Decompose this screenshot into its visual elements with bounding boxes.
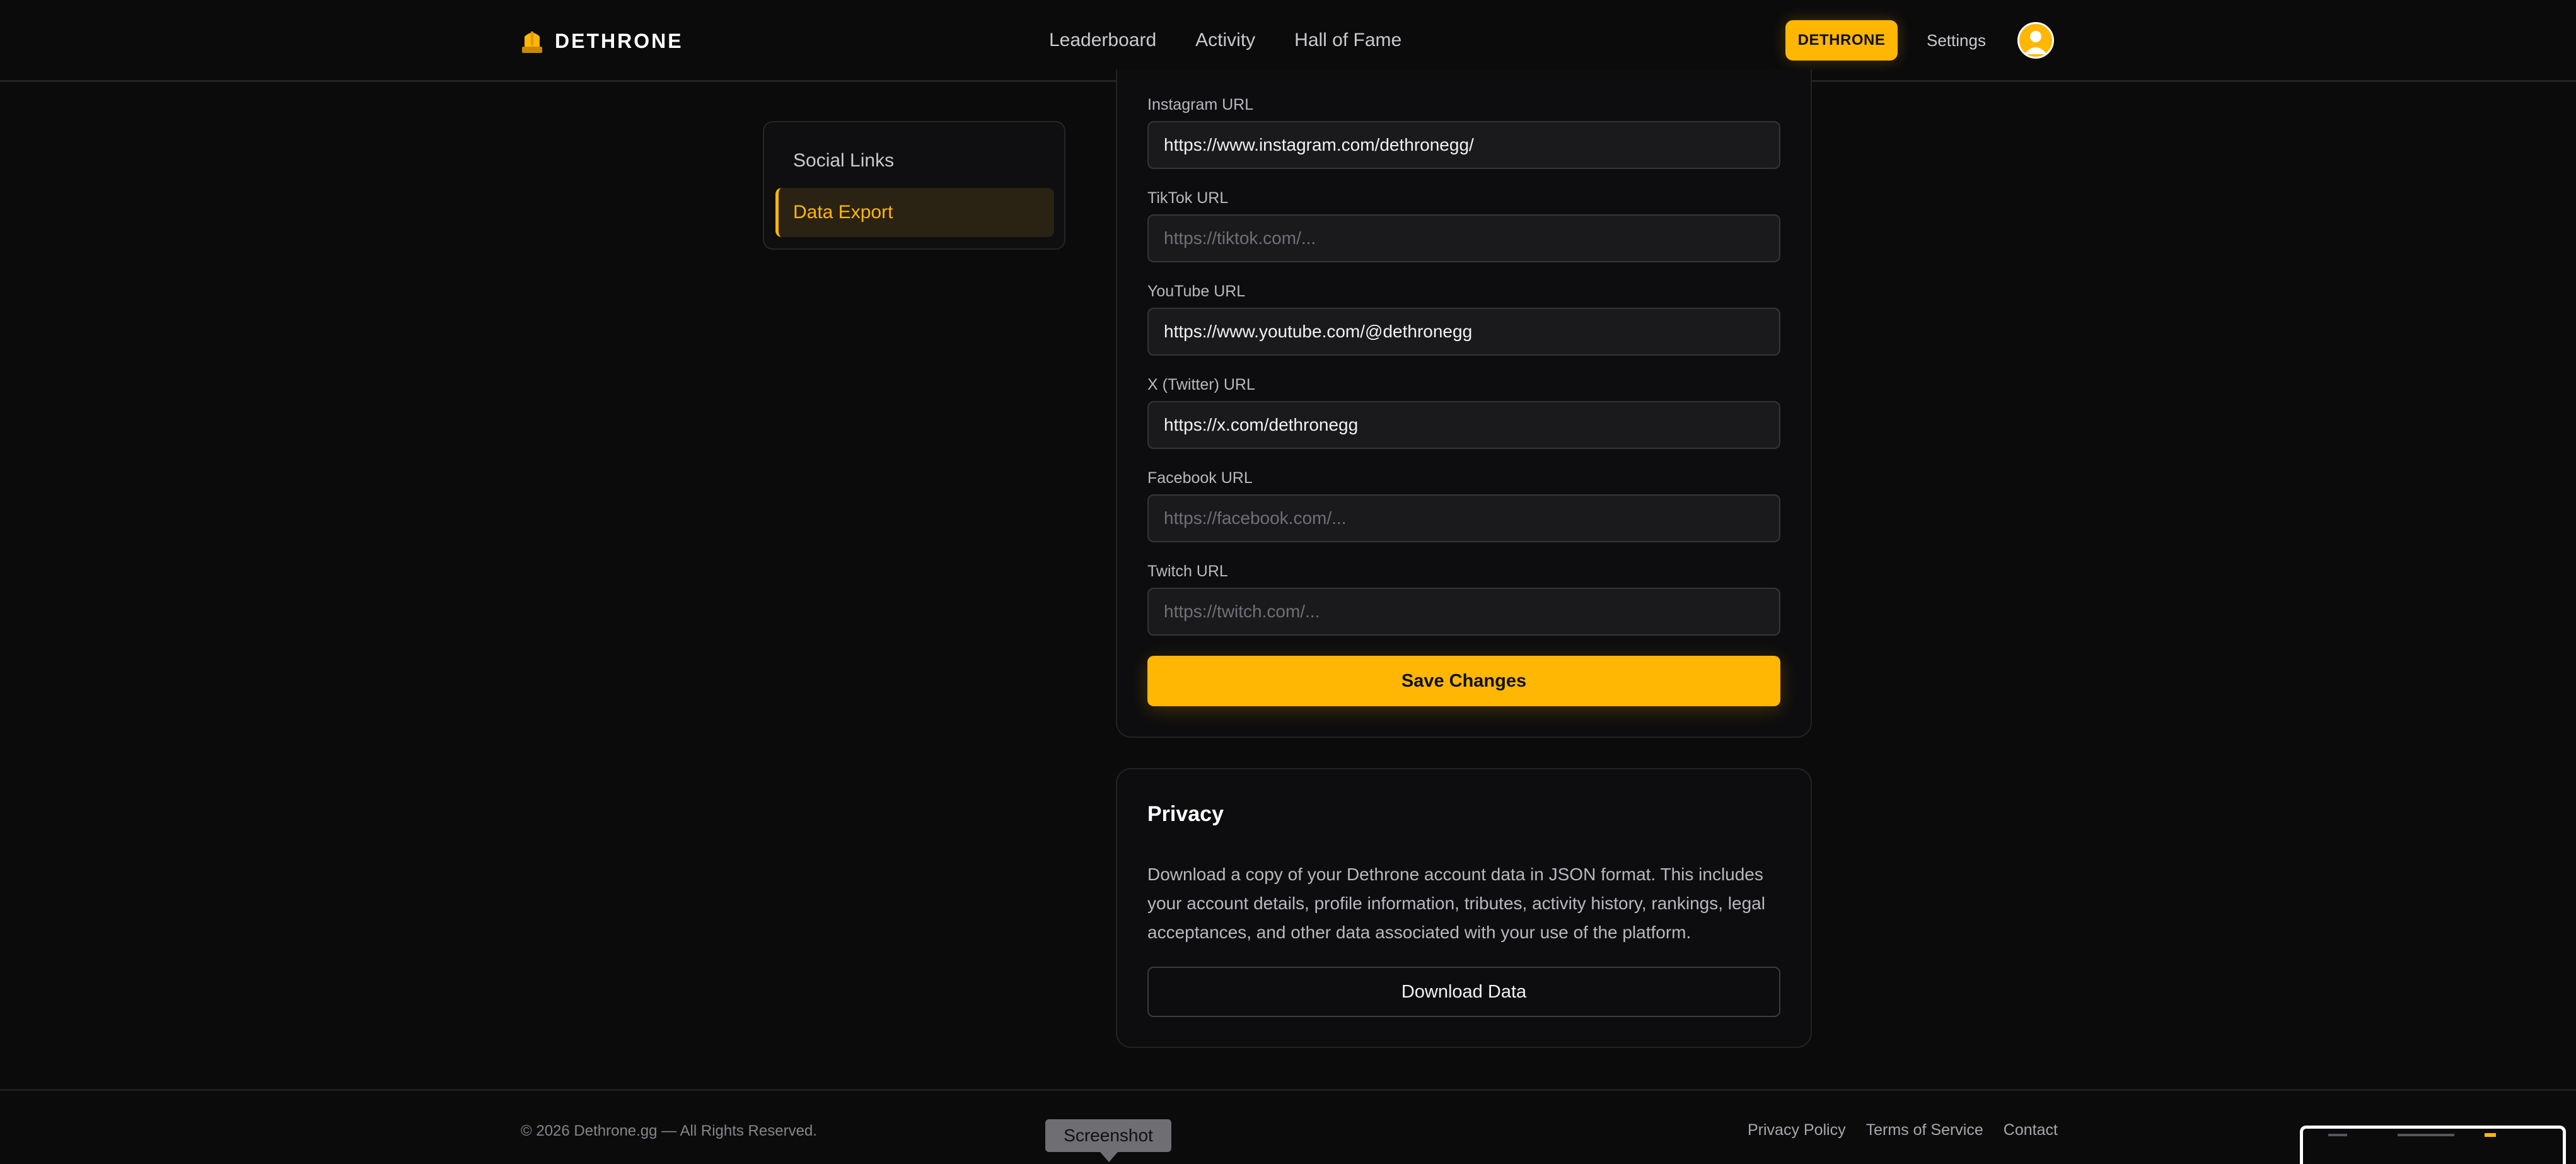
sidebar-item-data-export[interactable]: Data Export <box>775 188 1054 237</box>
tiktok-label: TikTok URL <box>1147 189 1229 207</box>
tiktok-url-input[interactable]: https://tiktok.com/... <box>1147 214 1780 262</box>
crown-logo-icon <box>522 32 542 53</box>
dethrone-button[interactable]: DETHRONE <box>1785 20 1898 61</box>
settings-sidebar: Social Links Data Export <box>763 121 1065 250</box>
privacy-description: Download a copy of your Dethrone account… <box>1147 864 1765 942</box>
twitter-url-input[interactable]: https://x.com/dethronegg <box>1147 401 1780 449</box>
footer-link-terms[interactable]: Terms of Service <box>1866 1121 1983 1139</box>
save-changes-button[interactable]: Save Changes <box>1147 656 1780 706</box>
privacy-title: Privacy <box>1147 802 1224 826</box>
download-data-button[interactable]: Download Data <box>1147 967 1780 1017</box>
nav-activity[interactable]: Activity <box>1195 28 1255 53</box>
youtube-url-input[interactable]: https://www.youtube.com/@dethronegg <box>1147 308 1780 356</box>
user-avatar-icon <box>2024 31 2047 54</box>
tooltip-arrow <box>1100 1152 1118 1162</box>
footer-links: Privacy Policy Terms of Service Contact <box>1748 1121 2078 1139</box>
facebook-url-input[interactable]: https://facebook.com/... <box>1147 494 1780 542</box>
avatar[interactable] <box>2017 22 2054 59</box>
twitter-label: X (Twitter) URL <box>1147 376 1255 393</box>
instagram-url-input[interactable]: https://www.instagram.com/dethronegg/ <box>1147 121 1780 169</box>
screenshot-tooltip: Screenshot <box>1045 1119 1171 1152</box>
twitch-url-input[interactable]: https://twitch.com/... <box>1147 588 1780 636</box>
footer-divider <box>0 1089 2576 1091</box>
youtube-label: YouTube URL <box>1147 282 1246 300</box>
site-logo[interactable]: DETHRONE <box>521 25 683 57</box>
nav-leaderboard[interactable]: Leaderboard <box>1049 28 1156 53</box>
settings-link[interactable]: Settings <box>1927 28 1986 53</box>
facebook-label: Facebook URL <box>1147 469 1253 487</box>
logo-text: DETHRONE <box>555 29 683 52</box>
thumb-logo <box>2328 1134 2347 1136</box>
main-nav: Leaderboard Activity Hall of Fame <box>1049 28 1441 53</box>
footer-link-privacy[interactable]: Privacy Policy <box>1748 1121 1846 1139</box>
nav-hall-of-fame[interactable]: Hall of Fame <box>1294 28 1401 53</box>
thumb-nav <box>2398 1134 2454 1136</box>
footer-link-contact[interactable]: Contact <box>2004 1121 2058 1139</box>
screenshot-thumbnail[interactable] <box>2300 1126 2566 1164</box>
copyright-text: © 2026 Dethrone.gg — All Rights Reserved… <box>521 1122 817 1139</box>
sidebar-item-social-links[interactable]: Social Links <box>775 136 1054 185</box>
thumb-cta <box>2485 1133 2496 1137</box>
twitch-label: Twitch URL <box>1147 562 1228 580</box>
instagram-label: Instagram URL <box>1147 96 1254 113</box>
